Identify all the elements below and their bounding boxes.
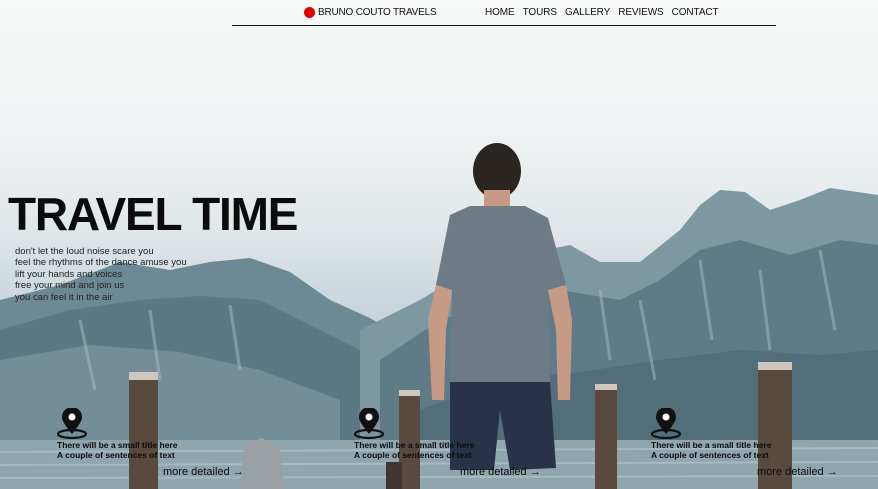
feature-card: There will be a small title here A coupl… [354,408,584,488]
hero-line: lift your hands and voices [15,268,123,280]
brand-name: BRUNO COUTO TRAVELS [318,7,437,18]
feature-card: There will be a small title here A coupl… [57,408,287,488]
hero-line: free your mind and join us [15,280,125,292]
more-detailed-link[interactable]: more detailed → [757,466,838,478]
nav-item-tours[interactable]: TOURS [523,7,557,18]
feature-subtitle: A couple of sentences of text [57,450,175,460]
hero-title: TRAVEL TIME [8,188,298,240]
feature-title: There will be a small title here [651,440,772,450]
brand-logo[interactable]: BRUNO COUTO TRAVELS [304,7,437,18]
nav-item-contact[interactable]: CONTACT [672,7,719,18]
hero-lyrics: don't let the loud noise scare you feel … [15,246,187,303]
nav-item-home[interactable]: HOME [485,7,515,18]
feature-subtitle: A couple of sentences of text [651,450,769,460]
hero-line: you can feel it in the air [15,291,113,303]
top-navigation: BRUNO COUTO TRAVELS HOME TOURS GALLERY R… [232,5,776,26]
hero-line: don't let the loud noise scare you [15,246,154,257]
nav-item-gallery[interactable]: GALLERY [565,7,610,18]
more-detailed-link[interactable]: more detailed → [460,466,541,478]
location-pin-icon [57,408,88,440]
feature-title: There will be a small title here [354,440,475,450]
nav-item-reviews[interactable]: REVIEWS [618,7,664,18]
feature-subtitle: A couple of sentences of text [354,450,472,460]
more-detailed-link[interactable]: more detailed → [163,466,244,478]
feature-title: There will be a small title here [57,440,178,450]
main-menu: HOME TOURS GALLERY REVIEWS CONTACT [485,7,719,18]
location-pin-icon [651,408,682,440]
hero-line: feel the rhythms of the dance amuse you [15,257,187,269]
location-pin-icon [354,408,385,440]
feature-card: There will be a small title here A coupl… [651,408,878,488]
brand-dot-icon [304,7,315,18]
